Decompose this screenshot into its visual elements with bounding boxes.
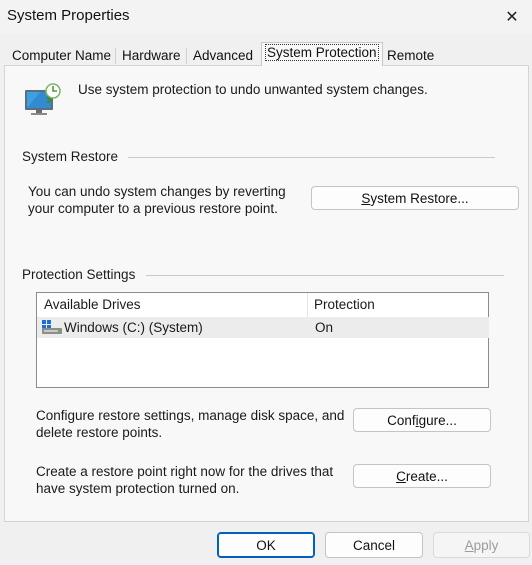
tab-label: Hardware	[122, 48, 181, 63]
ok-button[interactable]: OK	[217, 532, 315, 558]
tab-remote[interactable]: Remote	[383, 45, 438, 66]
tab-label: Computer Name	[12, 48, 112, 63]
configure-description: Configure restore settings, manage disk …	[36, 408, 344, 441]
group-divider	[146, 275, 504, 276]
create-button[interactable]: Create...	[353, 464, 491, 488]
drives-list[interactable]: Available Drives Protection Windows (C:)…	[36, 292, 489, 388]
configure-button[interactable]: Conf i gure...	[353, 408, 491, 432]
close-button[interactable]: ✕	[492, 0, 532, 34]
protection-settings-group-label: Protection Settings	[22, 267, 142, 282]
system-restore-description: You can undo system changes by reverting…	[28, 184, 286, 217]
list-header: Available Drives Protection	[37, 293, 488, 317]
description-line: Create a restore point right now for the…	[36, 464, 334, 479]
button-label: gure...	[418, 412, 457, 428]
system-protection-icon	[25, 83, 61, 115]
cancel-button[interactable]: Cancel	[325, 532, 423, 558]
description-line: You can undo system changes by reverting	[28, 184, 286, 199]
description-line: Configure restore settings, manage disk …	[36, 408, 345, 423]
mnemonic: C	[396, 468, 406, 484]
tab-advanced[interactable]: Advanced	[189, 45, 257, 66]
tab-label: System Protection	[265, 44, 379, 61]
button-label: OK	[256, 537, 276, 553]
tab-label: Remote	[387, 48, 435, 63]
window-title: System Properties	[7, 7, 130, 24]
tab-hardware[interactable]: Hardware	[118, 45, 185, 66]
mnemonic: A	[464, 537, 474, 553]
drive-icon	[42, 320, 62, 334]
close-icon: ✕	[505, 9, 519, 26]
tab-system-protection[interactable]: System Protection	[261, 42, 383, 66]
group-divider	[128, 157, 495, 158]
intro-text: Use system protection to undo unwanted s…	[78, 82, 428, 97]
title-bar: System Properties ✕	[0, 0, 532, 34]
list-item[interactable]: Windows (C:) (System) On	[37, 317, 489, 338]
tab-separator	[186, 48, 187, 64]
column-header-protection[interactable]: Protection	[308, 293, 488, 317]
button-label: reate...	[405, 468, 448, 484]
button-label: Conf	[387, 412, 416, 428]
create-description: Create a restore point right now for the…	[36, 464, 333, 497]
description-line: your computer to a previous restore poin…	[28, 200, 278, 216]
description-line: delete restore points.	[36, 424, 163, 440]
apply-button[interactable]: Apply	[433, 532, 530, 558]
system-restore-button[interactable]: System Restore...	[311, 186, 519, 210]
tab-strip: Computer Name Hardware Advanced System P…	[0, 42, 532, 66]
column-header-available-drives[interactable]: Available Drives	[38, 293, 308, 317]
tab-separator	[115, 48, 116, 64]
tab-label: Advanced	[193, 48, 254, 63]
drive-protection-status: On	[315, 320, 334, 335]
system-restore-group-label: System Restore	[22, 149, 125, 164]
button-label: Cancel	[352, 537, 396, 553]
description-line: have system protection turned on.	[36, 480, 240, 496]
button-label: ystem Restore...	[370, 190, 469, 206]
tab-computer-name[interactable]: Computer Name	[8, 45, 115, 66]
button-label: pply	[473, 537, 499, 553]
mnemonic: S	[361, 190, 371, 206]
drive-name: Windows (C:) (System)	[64, 320, 203, 335]
